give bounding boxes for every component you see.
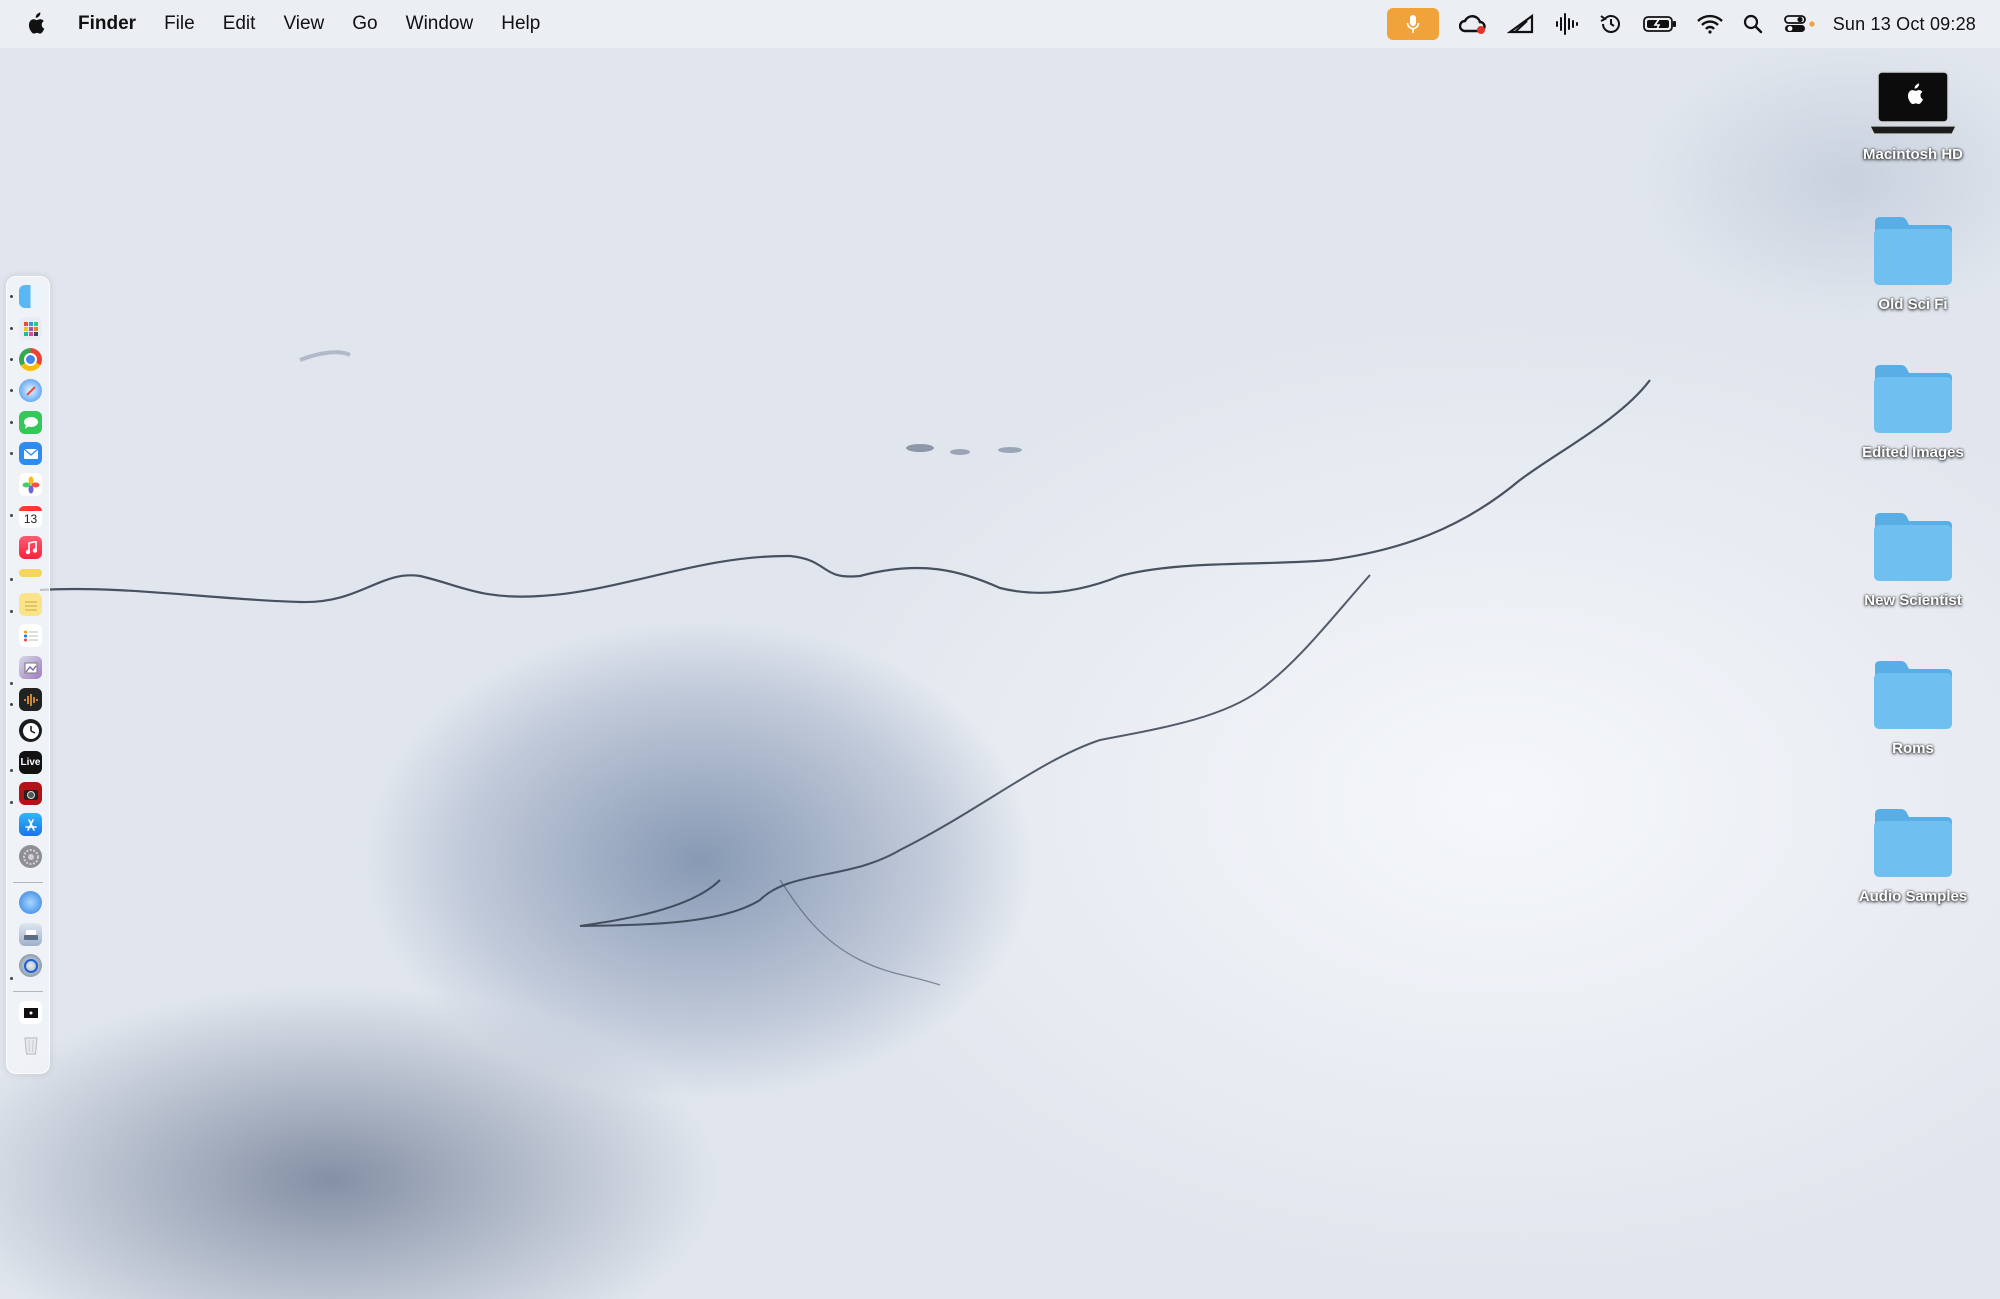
notes-icon[interactable]	[19, 593, 42, 616]
running-indicator	[10, 801, 13, 804]
messages-icon[interactable]	[19, 411, 42, 434]
preview-icon[interactable]	[19, 656, 42, 679]
desktop-item-audio-samples[interactable]: Audio Samples	[1848, 806, 1978, 905]
folder-icon	[1874, 217, 1952, 285]
menu-window[interactable]: Window	[392, 0, 488, 48]
running-indicator	[10, 358, 13, 361]
running-indicator	[10, 389, 13, 392]
microphone-status[interactable]	[1386, 0, 1439, 48]
running-indicator	[10, 578, 13, 581]
creative-cloud-icon[interactable]	[1458, 0, 1487, 48]
calendar-icon[interactable]: 13	[19, 505, 42, 528]
control-center-icon[interactable]	[1783, 0, 1817, 48]
desktop-item-label: Audio Samples	[1858, 888, 1968, 905]
disk-utility-icon[interactable]	[19, 923, 42, 946]
microphone-icon[interactable]	[1386, 8, 1439, 40]
folder-icon	[1874, 661, 1952, 729]
desktop-item-label: Edited Images	[1862, 444, 1964, 461]
battery-icon[interactable]	[1642, 0, 1677, 48]
wifi-icon[interactable]	[1696, 0, 1723, 48]
ableton-live-icon[interactable]: Live	[19, 751, 42, 774]
notes-strip-icon[interactable]	[19, 569, 42, 577]
running-indicator	[10, 977, 13, 980]
menu-bar: Finder File Edit View Go Window Help Sun…	[0, 0, 2000, 48]
desktop-item-macintosh-hd[interactable]: Macintosh HD	[1848, 70, 1978, 163]
laptop-drive-icon	[1869, 71, 1957, 135]
dock-separator	[13, 882, 43, 883]
folder-icon	[1874, 809, 1952, 877]
finder-icon[interactable]	[19, 285, 42, 308]
desktop-wallpaper: Finder File Edit View Go Window Help Sun…	[0, 0, 2000, 1299]
folder-icon	[1874, 513, 1952, 581]
dock-separator	[13, 991, 43, 992]
system-settings-icon[interactable]	[19, 845, 42, 868]
desktop-item-roms[interactable]: Roms	[1848, 658, 1978, 757]
trash-icon[interactable]	[19, 1033, 42, 1056]
desktop-item-old-sci-fi[interactable]: Old Sci Fi	[1848, 214, 1978, 313]
running-indicator	[10, 421, 13, 424]
menu-clock[interactable]: Sun 13 Oct 09:28	[1833, 14, 1976, 35]
audio-waveform-icon[interactable]	[1555, 0, 1579, 48]
menu-edit[interactable]: Edit	[209, 0, 270, 48]
network-icon[interactable]	[19, 891, 42, 914]
chrome-icon[interactable]	[19, 348, 42, 371]
running-indicator	[10, 327, 13, 330]
calendar-date: 13	[23, 512, 38, 526]
menu-app-name[interactable]: Finder	[68, 0, 150, 48]
safari-icon[interactable]	[19, 379, 42, 402]
desktop-item-edited-images[interactable]: Edited Images	[1848, 362, 1978, 461]
time-machine-icon[interactable]	[1599, 0, 1623, 48]
desktop-item-label: Old Sci Fi	[1878, 296, 1948, 313]
mail-icon[interactable]	[19, 442, 42, 465]
running-indicator	[10, 703, 13, 706]
running-indicator	[10, 769, 13, 772]
photo-booth-icon[interactable]	[19, 782, 42, 805]
running-indicator	[10, 682, 13, 685]
dock: 13 Live	[6, 276, 50, 1074]
running-indicator	[10, 610, 13, 613]
desktop-item-label: New Scientist	[1864, 592, 1962, 609]
desktop-item-label: Macintosh HD	[1862, 146, 1963, 163]
audio-app-icon[interactable]	[19, 688, 42, 711]
spotlight-search-icon[interactable]	[1743, 0, 1763, 48]
quicktime-icon[interactable]	[19, 954, 42, 977]
desktop-item-label: Roms	[1892, 740, 1934, 757]
clock-icon[interactable]	[19, 719, 42, 742]
wedge-icon[interactable]	[1506, 0, 1535, 48]
apple-logo-icon[interactable]	[24, 12, 46, 36]
menu-file[interactable]: File	[150, 0, 209, 48]
music-icon[interactable]	[19, 536, 42, 559]
photos-icon[interactable]	[19, 473, 42, 496]
menu-help[interactable]: Help	[487, 0, 554, 48]
menu-view[interactable]: View	[269, 0, 338, 48]
running-indicator	[10, 295, 13, 298]
launchpad-icon[interactable]	[19, 317, 42, 340]
ableton-live-label: Live	[20, 757, 41, 768]
reminders-icon[interactable]	[19, 624, 42, 647]
app-store-icon[interactable]	[19, 813, 42, 836]
menu-go[interactable]: Go	[338, 0, 391, 48]
folder-icon	[1874, 365, 1952, 433]
running-indicator	[10, 514, 13, 517]
running-indicator	[10, 452, 13, 455]
screen-icon[interactable]	[19, 1001, 42, 1024]
snow-landscape-wallpaper	[39, 350, 1651, 986]
desktop-item-new-scientist[interactable]: New Scientist	[1848, 510, 1978, 609]
